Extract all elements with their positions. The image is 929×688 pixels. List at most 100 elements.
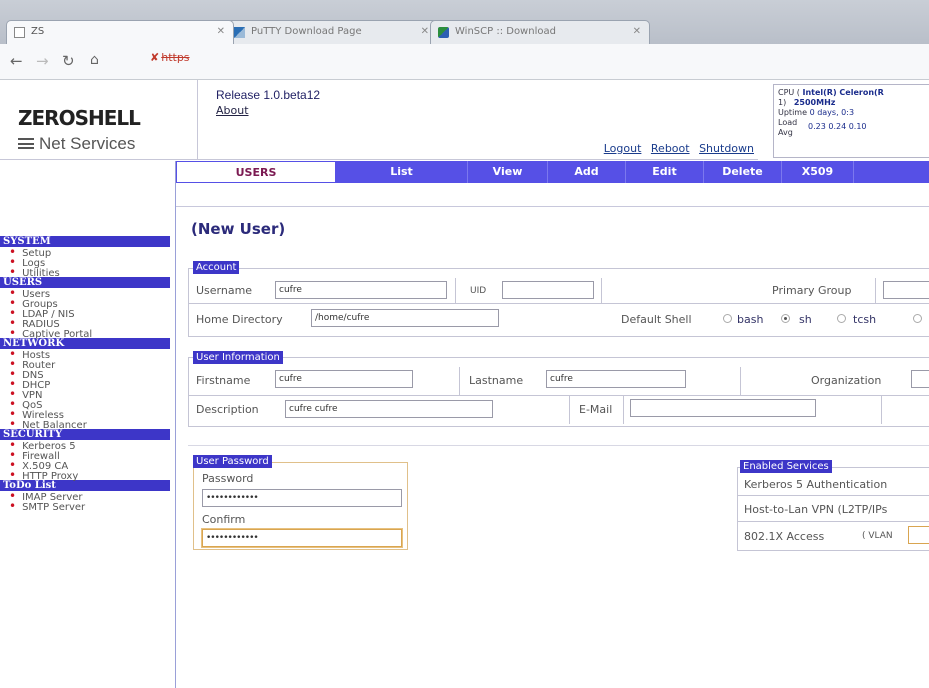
menu-edit[interactable]: Edit [626,161,704,183]
browser-tab-strip: ZS ✕ PuTTY Download Page ✕ WinSCP :: Dow… [0,0,929,44]
shutdown-link[interactable]: Shutdown [699,142,754,155]
primary-group-select[interactable] [883,281,929,299]
email-input[interactable] [630,399,816,417]
organization-input[interactable] [911,370,929,388]
sidebar-item-captive-portal[interactable]: Captive Portal [0,328,175,340]
cpu-label: CPU ( [778,88,800,97]
shell-bash-label: bash [737,313,764,326]
sidebar-item-kerberos[interactable]: Kerberos 5 [0,440,175,452]
account-box: Account Username UID Primary Group Home … [188,261,929,337]
sidebar-item-net-balancer[interactable]: Net Balancer [0,419,175,431]
service-8021x-label: 802.1X Access [744,530,825,543]
reboot-link[interactable]: Reboot [651,142,690,155]
sidebar-item-router[interactable]: Router [0,359,175,371]
sidebar-item-groups[interactable]: Groups [0,298,175,310]
shell-tcsh-label: tcsh [853,313,877,326]
logout-link[interactable]: Logout [604,142,642,155]
url-scheme: https [161,51,190,64]
cpu-count: 1) [778,98,787,107]
uptime-value: 0 days, 0:3 [809,108,855,117]
about-link[interactable]: About [216,104,249,117]
browser-tab-zeroshell[interactable]: ZS ✕ [6,20,234,44]
menu-list[interactable]: List [336,161,468,183]
sidebar-section-users: USERS Users Groups LDAP / NIS RADIUS Cap… [0,277,175,340]
divider [881,396,882,424]
browser-tab-putty[interactable]: PuTTY Download Page ✕ [226,20,438,44]
url-field[interactable]: ✘ https [150,51,450,71]
close-icon[interactable]: ✕ [217,26,225,37]
lastname-input[interactable] [546,370,686,388]
home-directory-input[interactable] [311,309,499,327]
sidebar-item-firewall[interactable]: Firewall [0,450,175,462]
sidebar-item-ldap-nis[interactable]: LDAP / NIS [0,308,175,320]
system-info-box: CPU ( Intel(R) Celeron(R 1) 2500MHz Upti… [773,84,929,158]
sidebar-item-utilities[interactable]: Utilities [0,267,175,279]
shell-more-radio[interactable] [913,314,922,323]
back-arrow-icon[interactable]: ← [10,52,23,70]
menu-view[interactable]: View [468,161,548,183]
organization-label: Organization [811,374,882,387]
divider [459,367,460,395]
header-info: Release 1.0.beta12 About Logout Reboot S… [198,80,758,160]
putty-icon [234,27,245,38]
sidebar-item-vpn[interactable]: VPN [0,389,175,401]
divider [601,278,602,303]
menu-users[interactable]: USERS [176,161,336,183]
logo-subtitle: Net Services [18,134,135,154]
sidebar-item-dhcp[interactable]: DHCP [0,379,175,391]
sidebar-item-users[interactable]: Users [0,288,175,300]
load-avg-label: Avg [778,128,793,137]
menu-add[interactable]: Add [548,161,626,183]
browser-tab-winscp[interactable]: WinSCP :: Download ✕ [430,20,650,44]
shell-bash-radio[interactable] [723,314,732,323]
sidebar-item-setup[interactable]: Setup [0,247,175,259]
menu-x509[interactable]: X509 [782,161,854,183]
sidebar-section-title: SYSTEM [0,236,170,247]
description-input[interactable] [285,400,493,418]
divider [569,396,570,424]
username-input[interactable] [275,281,447,299]
forward-arrow-icon[interactable]: → [36,52,49,70]
sidebar-item-http-proxy[interactable]: HTTP Proxy [0,470,175,482]
confirm-password-input[interactable] [202,529,402,547]
user-password-box: User Password Password Confirm [193,455,408,550]
close-icon[interactable]: ✕ [633,26,641,37]
sidebar-item-logs[interactable]: Logs [0,257,175,269]
close-icon[interactable]: ✕ [421,26,429,37]
shell-tcsh-radio[interactable] [837,314,846,323]
menu-delete[interactable]: Delete [704,161,782,183]
logo: ZEROSHELL Net Services [0,80,198,160]
sidebar-item-smtp-server[interactable]: SMTP Server [0,501,175,513]
home-icon[interactable]: ⌂ [90,52,99,68]
password-input[interactable] [202,489,402,507]
sidebar-item-radius[interactable]: RADIUS [0,318,175,330]
service-row: 802.1X Access ( VLAN [738,522,929,550]
user-information-box: User Information Firstname Lastname Orga… [188,351,929,427]
reload-icon[interactable]: ↻ [62,52,75,70]
logo-lines-icon [18,138,34,149]
browser-tab-label: ZS [31,26,45,37]
winscp-icon [438,27,449,38]
divider [875,278,876,303]
uid-input[interactable] [502,281,594,299]
insecure-lock-icon: ✘ [150,51,160,64]
vlan-input[interactable] [908,526,929,544]
sidebar-section-title: USERS [0,277,170,288]
sidebar-item-imap-server[interactable]: IMAP Server [0,491,175,503]
divider [455,278,456,303]
sidebar-item-hosts[interactable]: Hosts [0,349,175,361]
firstname-input[interactable] [275,370,413,388]
sidebar-item-dns[interactable]: DNS [0,369,175,381]
divider [176,206,929,207]
shell-sh-radio[interactable] [781,314,790,323]
release-label: Release 1.0.beta12 [216,88,321,102]
password-label: Password [202,472,254,485]
sidebar-item-x509-ca[interactable]: X.509 CA [0,460,175,472]
cpu-mhz: 2500MHz [793,98,836,107]
sidebar-item-wireless[interactable]: Wireless [0,409,175,421]
sidebar-item-qos[interactable]: QoS [0,399,175,411]
sidebar-section-todo: ToDo List IMAP Server SMTP Server [0,480,175,513]
top-menu: USERS List View Add Edit Delete X509 [176,161,929,183]
sidebar-section-security: SECURITY Kerberos 5 Firewall X.509 CA HT… [0,429,175,482]
sidebar-section-title: ToDo List [0,480,170,491]
